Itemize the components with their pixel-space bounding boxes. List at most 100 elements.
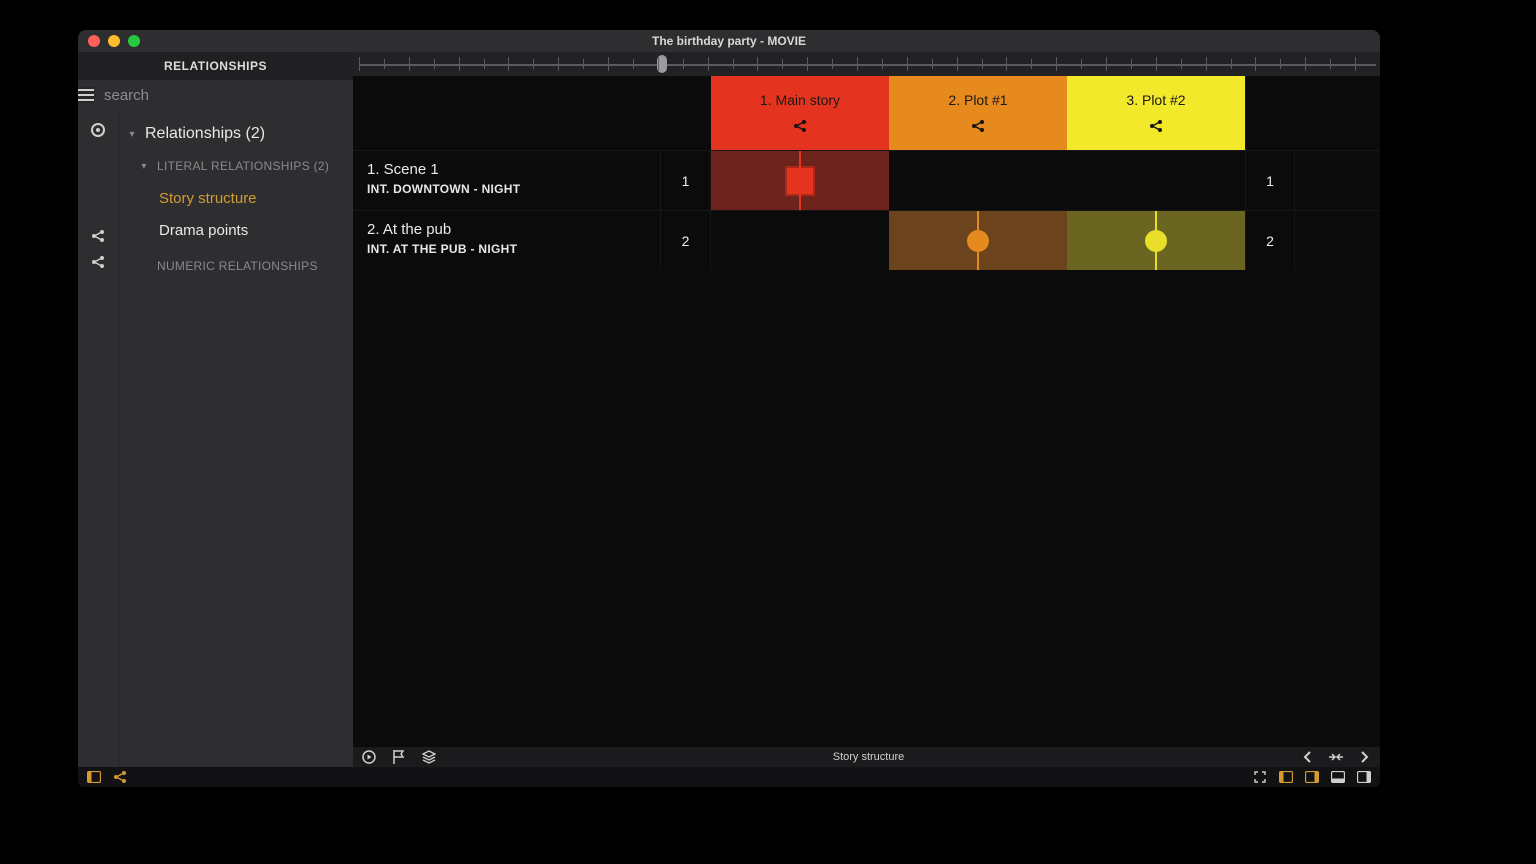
header-num-left-spacer xyxy=(661,76,711,150)
plot-line xyxy=(799,151,801,210)
grid-cell[interactable] xyxy=(711,151,889,210)
grid-cell[interactable] xyxy=(1067,151,1245,210)
grid-cell[interactable] xyxy=(889,211,1067,270)
grid-cell[interactable] xyxy=(711,211,889,270)
plot-header-label: 2. Plot #1 xyxy=(948,92,1007,108)
ruler-tick xyxy=(1280,59,1281,69)
header-scene-spacer xyxy=(353,76,661,150)
sidebar-item-drama-points[interactable]: Drama points xyxy=(119,214,353,246)
sidebar-menu-button[interactable] xyxy=(78,87,94,103)
ruler-tick xyxy=(409,57,410,71)
ruler-tick xyxy=(832,59,833,69)
sidebar-item-label: Story structure xyxy=(159,190,257,207)
plot-header-plot-1[interactable]: 2. Plot #1 xyxy=(889,76,1067,150)
chevron-left-icon[interactable] xyxy=(1300,749,1316,765)
ruler-tick xyxy=(558,57,559,71)
main-footer: Story structure xyxy=(353,747,1380,767)
titlebar[interactable]: The birthday party - MOVIE xyxy=(78,30,1380,52)
scene-info[interactable]: 1. Scene 1 INT. DOWNTOWN - NIGHT xyxy=(353,151,661,210)
ruler-tick xyxy=(1106,57,1107,71)
menu-icon xyxy=(78,89,94,101)
row-gap xyxy=(1295,211,1380,270)
ruler-tick xyxy=(608,57,609,71)
share-icon[interactable] xyxy=(90,254,106,270)
sidebar-tree: ▾ Relationships (2) ▾ LITERAL RELATIONSH… xyxy=(118,110,353,767)
chevron-right-icon[interactable] xyxy=(1356,749,1372,765)
scene-number-right: 1 xyxy=(1245,151,1295,210)
ruler-tick xyxy=(782,59,783,69)
plot-line xyxy=(1155,211,1157,270)
scene-title: 1. Scene 1 xyxy=(367,161,646,178)
scene-number-right: 2 xyxy=(1245,211,1295,270)
ruler-tick xyxy=(1305,57,1306,71)
timeline-ruler[interactable] xyxy=(353,52,1380,76)
grid-cell[interactable] xyxy=(889,151,1067,210)
ruler-tick xyxy=(658,57,659,71)
layout-d-icon[interactable] xyxy=(1356,769,1372,785)
layers-icon[interactable] xyxy=(421,749,437,765)
share-icon[interactable] xyxy=(970,118,986,134)
tree-section-label: NUMERIC RELATIONSHIPS xyxy=(157,259,318,273)
ruler-tick xyxy=(932,59,933,69)
app-window: The birthday party - MOVIE RELATIONSHIPS xyxy=(78,30,1380,787)
ruler-tick xyxy=(882,59,883,69)
collapse-horizontal-icon[interactable] xyxy=(1328,749,1344,765)
ruler-baseline xyxy=(359,64,1376,66)
fullscreen-icon[interactable] xyxy=(1252,769,1268,785)
plot-header-main-story[interactable]: 1. Main story xyxy=(711,76,889,150)
chevron-down-icon: ▾ xyxy=(127,129,137,140)
tree-section-numeric[interactable]: ▾ NUMERIC RELATIONSHIPS xyxy=(119,250,353,282)
ruler-tick xyxy=(708,57,709,71)
grid-cell[interactable] xyxy=(1067,211,1245,270)
plot-header-label: 1. Main story xyxy=(760,92,840,108)
layout-b-icon[interactable] xyxy=(1304,769,1320,785)
ruler-tick xyxy=(1006,57,1007,71)
ruler-tick xyxy=(757,57,758,71)
sidebar-item-story-structure[interactable]: Story structure xyxy=(119,182,353,214)
scene-row: 2. At the pub INT. AT THE PUB - NIGHT 2 xyxy=(353,210,1380,270)
sidebar-panel-title: RELATIONSHIPS xyxy=(78,52,353,80)
ruler-tick xyxy=(1181,59,1182,69)
tree-section-literal[interactable]: ▾ LITERAL RELATIONSHIPS (2) xyxy=(119,150,353,182)
main-area: 1. Main story 2. Plot #1 3 xyxy=(353,52,1380,767)
layout-a-icon[interactable] xyxy=(1278,769,1294,785)
ruler-tick xyxy=(1156,57,1157,71)
statusbar xyxy=(78,767,1380,787)
ruler-tick xyxy=(1255,57,1256,71)
ruler-tick xyxy=(359,57,360,71)
play-icon[interactable] xyxy=(361,749,377,765)
share-icon[interactable] xyxy=(1148,118,1164,134)
ruler-tick xyxy=(857,57,858,71)
ruler-tick xyxy=(384,59,385,69)
flag-icon[interactable] xyxy=(391,749,407,765)
ruler-tick xyxy=(484,59,485,69)
ruler-tick xyxy=(434,59,435,69)
ruler-tick xyxy=(683,59,684,69)
ruler-tick xyxy=(807,57,808,71)
scene-row: 1. Scene 1 INT. DOWNTOWN - NIGHT 1 1 xyxy=(353,150,1380,210)
share-icon[interactable] xyxy=(792,118,808,134)
scene-slugline: INT. DOWNTOWN - NIGHT xyxy=(367,182,646,196)
layout-c-icon[interactable] xyxy=(1330,769,1346,785)
target-icon[interactable] xyxy=(90,122,106,138)
ruler-tick xyxy=(1206,57,1207,71)
ruler-tick xyxy=(1231,59,1232,69)
plot-header-plot-2[interactable]: 3. Plot #2 xyxy=(1067,76,1245,150)
ruler-tick xyxy=(1031,59,1032,69)
ruler-tick xyxy=(459,57,460,71)
share-icon[interactable] xyxy=(112,769,128,785)
sidebar: RELATIONSHIPS xyxy=(78,52,353,767)
share-icon[interactable] xyxy=(90,228,106,244)
panel-left-icon[interactable] xyxy=(86,769,102,785)
ruler-tick xyxy=(1355,57,1356,71)
tree-root[interactable]: ▾ Relationships (2) xyxy=(119,118,353,150)
scene-info[interactable]: 2. At the pub INT. AT THE PUB - NIGHT xyxy=(353,211,661,270)
ruler-tick xyxy=(633,59,634,69)
ruler-tick xyxy=(907,57,908,71)
search-input[interactable] xyxy=(94,80,353,110)
ruler-tick xyxy=(982,59,983,69)
grid: 1. Main story 2. Plot #1 3 xyxy=(353,76,1380,270)
header-num-right-spacer xyxy=(1245,76,1295,150)
footer-view-label: Story structure xyxy=(833,751,905,763)
row-gap xyxy=(1295,151,1380,210)
